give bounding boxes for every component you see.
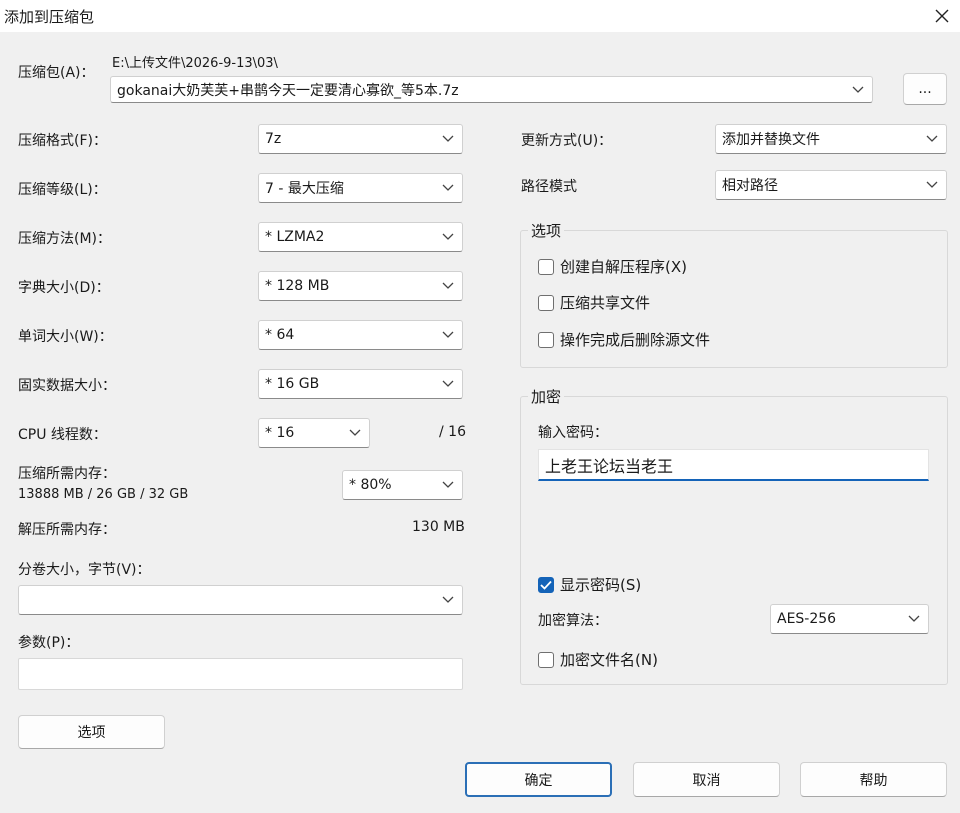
chevron-down-icon: [918, 171, 946, 199]
update-select[interactable]: 添加并替换文件: [715, 124, 947, 154]
sfx-checkbox[interactable]: 创建自解压程序(X): [538, 256, 687, 277]
password-input[interactable]: 上老王论坛当老王: [538, 449, 929, 481]
format-label: 压缩格式(F)：: [18, 133, 107, 149]
enc-method-select[interactable]: AES-256: [770, 604, 929, 634]
delete-checkbox[interactable]: 操作完成后删除源文件: [538, 329, 710, 350]
enc-method-label: 加密算法：: [538, 613, 608, 629]
archive-name-combo[interactable]: gokanai大奶芙芙+串鹊今天一定要清心寡欲_等5本.7z: [110, 76, 873, 103]
method-label: 压缩方法(M)：: [18, 231, 112, 247]
method-select[interactable]: * LZMA2: [258, 222, 463, 252]
archive-path: E:\上传文件\2026-9-13\03\: [112, 56, 278, 71]
sfx-label: 创建自解压程序(X): [560, 258, 687, 276]
chevron-down-icon: [434, 272, 462, 300]
chevron-down-icon: [918, 125, 946, 153]
encrypt-names-label: 加密文件名(N): [560, 651, 658, 669]
enc-method-value: AES-256: [777, 611, 837, 627]
split-select[interactable]: [18, 585, 463, 615]
close-icon: [935, 9, 949, 23]
password-label: 输入密码：: [538, 425, 608, 441]
help-button[interactable]: 帮助: [800, 762, 947, 797]
ok-button[interactable]: 确定: [465, 762, 612, 797]
cancel-button[interactable]: 取消: [633, 762, 780, 797]
mem-value: * 80%: [349, 477, 392, 493]
chevron-down-icon: [434, 321, 462, 349]
close-button[interactable]: [924, 2, 960, 30]
threads-total: / 16: [439, 424, 466, 440]
level-value: 7 - 最大压缩: [265, 181, 344, 197]
title-bar: [0, 0, 960, 32]
dict-value: * 128 MB: [265, 278, 330, 294]
mem-select[interactable]: * 80%: [342, 470, 463, 500]
checkmark-icon: [540, 580, 552, 590]
method-value: * LZMA2: [265, 229, 325, 245]
level-label: 压缩等级(L)：: [18, 182, 107, 198]
solid-select[interactable]: * 16 GB: [258, 369, 463, 399]
solid-label: 固实数据大小：: [18, 378, 116, 394]
update-value: 添加并替换文件: [722, 132, 820, 148]
chevron-down-icon: [341, 419, 369, 447]
decomp-value: 130 MB: [412, 519, 465, 535]
mem-detail: 13888 MB / 26 GB / 32 GB: [18, 487, 189, 502]
pathmode-value: 相对路径: [722, 178, 778, 194]
mem-label: 压缩所需内存：: [18, 466, 116, 482]
chevron-down-icon: [434, 471, 462, 499]
checkbox-box: [538, 331, 554, 348]
chevron-down-icon: [434, 223, 462, 251]
chevron-down-icon: [844, 77, 872, 102]
dict-select[interactable]: * 128 MB: [258, 271, 463, 301]
chevron-down-icon: [434, 125, 462, 153]
checkbox-box: [538, 258, 554, 275]
decomp-label: 解压所需内存：: [18, 522, 116, 538]
solid-value: * 16 GB: [265, 376, 320, 392]
options-group-title: 选项: [528, 220, 565, 241]
delete-label: 操作完成后删除源文件: [560, 331, 711, 349]
dict-label: 字典大小(D)：: [18, 280, 110, 296]
archive-label: 压缩包(A)：: [18, 65, 95, 81]
shared-label: 压缩共享文件: [560, 294, 651, 312]
word-value: * 64: [265, 327, 295, 343]
show-password-checkbox[interactable]: 显示密码(S): [538, 574, 641, 595]
word-label: 单词大小(W)：: [18, 329, 113, 345]
params-input[interactable]: [18, 658, 463, 690]
chevron-down-icon: [900, 605, 928, 633]
browse-button[interactable]: ...: [903, 73, 947, 105]
split-label: 分卷大小，字节(V)：: [18, 562, 151, 578]
encryption-group-title: 加密: [528, 386, 565, 407]
checkbox-box: [538, 651, 554, 668]
level-select[interactable]: 7 - 最大压缩: [258, 173, 463, 203]
threads-select[interactable]: * 16: [258, 418, 370, 448]
update-label: 更新方式(U)：: [521, 133, 613, 149]
format-select[interactable]: 7z: [258, 124, 463, 154]
params-label: 参数(P)：: [18, 635, 80, 651]
archive-name-value: gokanai大奶芙芙+串鹊今天一定要清心寡欲_等5本.7z: [117, 82, 459, 99]
threads-value: * 16: [265, 425, 295, 441]
checkbox-box: [538, 294, 554, 311]
chevron-down-icon: [434, 586, 462, 614]
chevron-down-icon: [434, 370, 462, 398]
encrypt-names-checkbox[interactable]: 加密文件名(N): [538, 649, 658, 670]
window-title: 添加到压缩包: [4, 8, 95, 26]
format-value: 7z: [265, 131, 282, 147]
shared-checkbox[interactable]: 压缩共享文件: [538, 292, 650, 313]
threads-label: CPU 线程数：: [18, 427, 107, 443]
pathmode-label: 路径模式: [521, 179, 577, 195]
pathmode-select[interactable]: 相对路径: [715, 170, 947, 200]
checkbox-box-checked: [538, 576, 554, 593]
options-button[interactable]: 选项: [18, 715, 165, 749]
show-password-label: 显示密码(S): [560, 576, 642, 594]
word-select[interactable]: * 64: [258, 320, 463, 350]
chevron-down-icon: [434, 174, 462, 202]
